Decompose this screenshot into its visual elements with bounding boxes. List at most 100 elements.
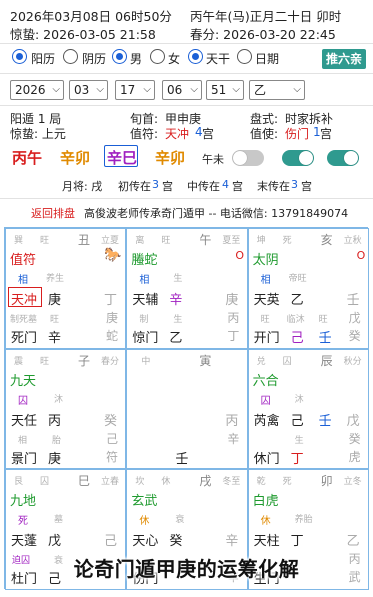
zhang: 相 — [139, 275, 150, 286]
zhang2: 生 — [173, 274, 183, 284]
toggle-option-3[interactable] — [327, 150, 359, 166]
wuwei-label: 午未 — [202, 153, 224, 166]
door-stem: 辛 — [48, 331, 62, 346]
toggle-option-2[interactable] — [282, 150, 314, 166]
radio-solar[interactable] — [12, 49, 27, 64]
radio-female[interactable] — [150, 49, 165, 64]
deity: 九地 — [10, 494, 37, 510]
zhishi-palace-suffix: 宫 — [320, 127, 333, 141]
heaven-stem: 丁 — [290, 534, 304, 550]
branch: 亥 — [320, 233, 333, 247]
zhong-pre: 中传在 — [187, 180, 220, 193]
earth-stem: 丁 — [104, 293, 118, 308]
mid-small-0: 相 — [18, 435, 28, 446]
palace-kun[interactable]: 坤 死 亥 立秋 太阴 O 相 帝旺 天英 乙 壬 旺 临沐 旺 戊 开门 己 … — [247, 228, 369, 349]
branch: 丑 — [78, 233, 91, 247]
radio-lunar[interactable] — [63, 49, 78, 64]
zhang: 囚 — [18, 395, 28, 407]
chunfen-time: 春分: 2026-03-20 22:45 — [190, 27, 336, 42]
door-stem-2: 壬 — [318, 331, 332, 346]
branch: 卯 — [320, 474, 333, 489]
day-value: 17 — [120, 83, 136, 97]
zhong-suf: 宫 — [232, 180, 243, 193]
bottom-right: 蛇 — [106, 329, 119, 343]
radio-day-label: 日期 — [255, 52, 280, 66]
zhishi-label: 值使: — [250, 127, 279, 141]
stem-value: 乙 — [254, 83, 267, 97]
door-stem: 己 — [290, 331, 304, 346]
wangshuai: 旺 — [40, 236, 50, 246]
wangshuai: 死 — [282, 236, 292, 246]
zhong-num: 4 — [222, 178, 229, 191]
earth-stem: 丙 — [225, 413, 239, 429]
heaven-stem-2: 壬 — [318, 413, 332, 429]
chevron-down-icon: ⌵ — [143, 84, 151, 95]
radio-male[interactable] — [112, 49, 127, 64]
kong-mark: O — [356, 249, 366, 262]
door-stem: 乙 — [169, 331, 183, 346]
chevron-down-icon: ⌵ — [232, 84, 240, 95]
nine-star: 天英 — [253, 293, 280, 308]
chu-pre: 初传在 — [118, 180, 151, 193]
earth-stem: 庚 — [225, 293, 239, 308]
hour-select[interactable]: 06 ⌵ — [162, 80, 202, 100]
gua-name: 坎 — [135, 477, 145, 488]
back-to-paipan-link[interactable]: 返回排盘 — [31, 205, 75, 221]
nine-star: 天蓬 — [11, 534, 38, 550]
mid-small-0: 制死墓 — [10, 315, 38, 325]
month-select[interactable]: 03 ⌵ — [69, 80, 108, 100]
jieqi: 立冬 — [343, 477, 362, 488]
mid-small-3: 庚 — [106, 311, 119, 325]
heaven-stem: 庚 — [48, 293, 62, 308]
day-select[interactable]: 17 ⌵ — [115, 80, 155, 100]
year-select[interactable]: 2026 ⌵ — [10, 80, 64, 100]
solar-datetime: 2026年03月08日 06时50分 — [10, 9, 172, 24]
radio-male-label: 男 — [130, 52, 143, 66]
mid-small-0: 生 — [294, 435, 304, 446]
chevron-down-icon: ⌵ — [190, 84, 198, 95]
palace-zhen[interactable]: 震 旺 子 春分 九天 囚 沐 天任 丙 癸 相 胎 己 景门 庚 符 — [5, 348, 127, 470]
radio-lunar-label: 阴历 — [82, 52, 107, 66]
branch: 戌 — [199, 474, 212, 489]
gua-name: 乾 — [256, 477, 266, 488]
chevron-down-icon: ⌵ — [96, 84, 104, 95]
year-value: 2026 — [15, 83, 46, 97]
wangshuai: 囚 — [282, 356, 292, 367]
palace-li[interactable]: 离 旺 午 夏至 螣蛇 O 相 生 天辅 辛 庚 制 生 丙 惊门 乙 丁 — [126, 228, 248, 349]
gua-name: 艮 — [14, 477, 24, 488]
eight-door: 景门 — [11, 451, 38, 467]
zhang2: 帝旺 — [288, 274, 307, 284]
heaven-stem: 乙 — [290, 293, 304, 308]
mid-small-3: 己 — [106, 431, 119, 446]
zhang: 死 — [18, 516, 28, 528]
chu-num: 3 — [152, 178, 159, 191]
minute-value: 51 — [211, 83, 227, 97]
hour-value: 06 — [167, 83, 183, 97]
branch: 辰 — [320, 353, 333, 368]
radio-female-label: 女 — [168, 52, 181, 66]
radio-day[interactable] — [237, 49, 252, 64]
yuejiang: 月将: 戌 — [62, 180, 103, 193]
palace-dui[interactable]: 兑 囚 辰 秋分 六合 囚 沐 芮禽 己 壬 戊 生 癸 休门 丁 虎 — [247, 348, 369, 470]
deity: 太阴 — [252, 253, 279, 268]
minute-select[interactable]: 51 ⌵ — [206, 80, 244, 100]
paipan-button[interactable]: 推六亲 — [322, 49, 366, 69]
gua-name: 离 — [135, 236, 145, 246]
toggle-wuwei[interactable] — [232, 150, 264, 166]
deity: 白虎 — [252, 494, 279, 510]
heaven-stem: 己 — [290, 413, 304, 429]
stem-select[interactable]: 乙 ⌵ — [249, 80, 305, 100]
branch: 寅 — [199, 353, 212, 368]
jieqi: 立春 — [101, 477, 120, 488]
palace-center[interactable]: 中 寅 丙 辛 壬 — [126, 348, 248, 470]
palace-xun[interactable]: 巽 旺 丑 立夏 值符 🐎 相 养生 天冲 庚 丁 制死墓 旺 庚 死门 辛 蛇 — [5, 228, 127, 349]
zhang2: 沐 — [294, 394, 304, 405]
gua-name: 中 — [141, 356, 151, 367]
gua-name: 巽 — [14, 236, 24, 246]
radio-tianpan[interactable] — [188, 49, 203, 64]
zhang: 囚 — [260, 395, 271, 407]
wangshuai: 旺 — [40, 356, 50, 367]
mid-small-3: 丙 — [227, 311, 240, 325]
jingzhe-time: 惊蛰: 2026-03-05 21:58 — [10, 27, 156, 42]
mid-small-1: 胎 — [52, 435, 62, 446]
